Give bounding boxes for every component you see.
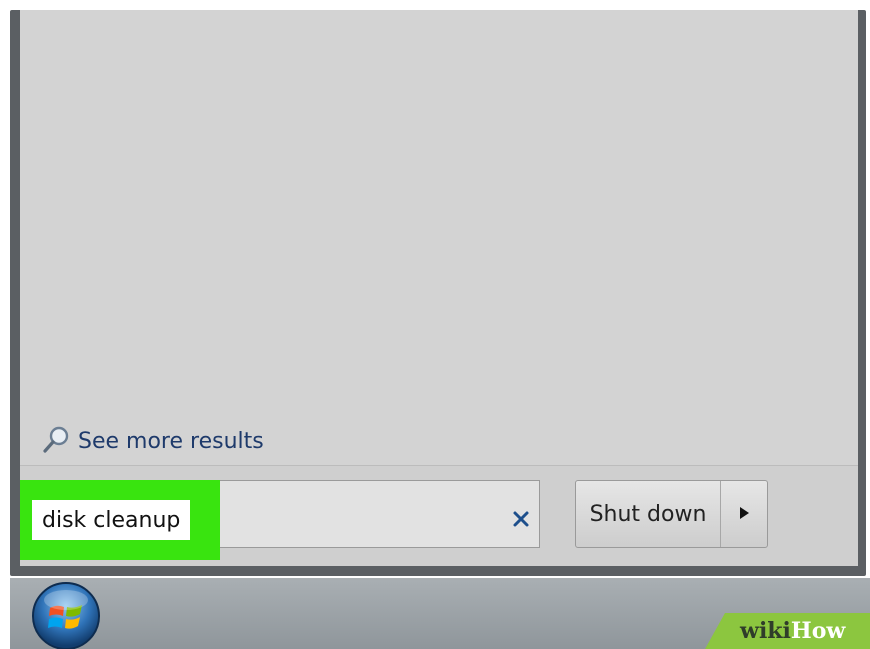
chevron-right-icon [738,505,750,524]
search-icon [42,424,72,458]
see-more-results-link[interactable]: See more results [42,424,264,458]
search-results-area [20,10,858,465]
start-button[interactable] [30,580,102,649]
screen: See more results disk cleanup Shut down [0,0,870,649]
shutdown-button-group: Shut down [575,480,768,548]
watermark-how: How [790,618,846,644]
close-icon[interactable] [506,504,536,534]
see-more-results-label: See more results [78,428,264,454]
start-menu: See more results disk cleanup Shut down [10,10,866,576]
watermark-wiki: wiki [740,618,791,644]
start-menu-panel: See more results disk cleanup Shut down [20,10,858,566]
shutdown-button[interactable]: Shut down [576,481,721,547]
search-input-value[interactable]: disk cleanup [32,500,191,540]
shutdown-options-button[interactable] [721,481,767,547]
windows-start-orb-icon [30,582,102,649]
wikihow-watermark-text: wikiHow [740,618,845,644]
